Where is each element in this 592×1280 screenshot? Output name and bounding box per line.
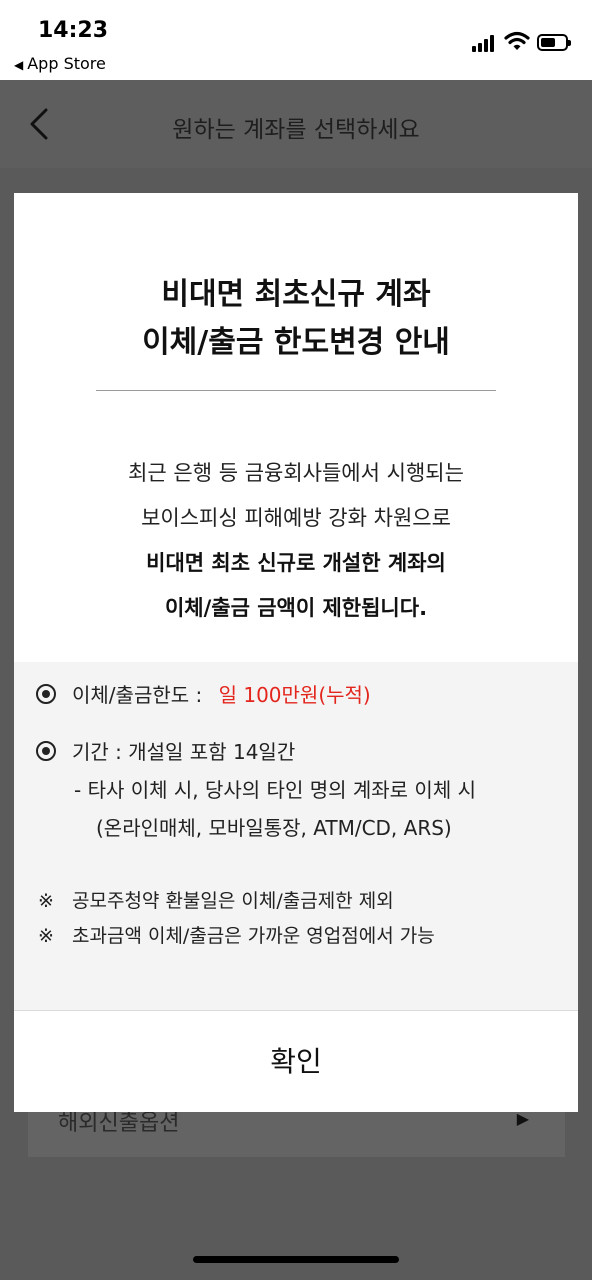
note-refund: ※ 공모주청약 환불일은 이체/출금제한 제외 <box>38 886 394 913</box>
dialog-title-line2: 이체/출금 한도변경 안내 <box>142 325 450 360</box>
desc-line3: 비대면 최초 신규로 개설한 계좌의 <box>146 551 446 575</box>
cellular-signal-icon <box>472 34 498 52</box>
desc-line4: 이체/출금 금액이 제한됩니다. <box>164 596 428 620</box>
note-excess: ※ 초과금액 이체/출금은 가까운 영업점에서 가능 <box>38 921 435 948</box>
info-box: 이체/출금한도 : 일 100만원(누적) 기간 : 개설일 포함 14일간 -… <box>14 662 578 1010</box>
home-indicator[interactable] <box>193 1256 399 1263</box>
limit-value: 일 100만원(누적) <box>218 683 371 707</box>
dialog-title-line1: 비대면 최초신규 계좌 <box>161 277 431 312</box>
battery-icon <box>537 34 571 51</box>
app-header: 원하는 계좌를 선택하세요 <box>0 80 592 168</box>
reference-mark: ※ <box>38 890 54 912</box>
limit-label: 이체/출금한도 : <box>72 683 203 707</box>
back-app-label: App Store <box>27 54 106 73</box>
confirm-button[interactable]: 확인 <box>14 1011 578 1112</box>
period-label: 기간 : 개설일 포함 14일간 <box>72 740 296 764</box>
period-sub-line2: (온라인매체, 모바일통장, ATM/CD, ARS) <box>96 816 452 840</box>
status-time: 14:23 <box>38 18 109 43</box>
desc-line1: 최근 은행 등 금융회사들에서 시행되는 <box>128 461 464 485</box>
title-divider <box>96 390 496 391</box>
note-refund-text: 공모주청약 환불일은 이체/출금제한 제외 <box>72 890 394 912</box>
wifi-icon <box>504 31 530 50</box>
back-triangle-icon: ◀ <box>14 58 24 72</box>
reference-mark: ※ <box>38 925 54 947</box>
page-title: 원하는 계좌를 선택하세요 <box>172 117 420 143</box>
desc-line2: 보이스피싱 피해예방 강화 차원으로 <box>141 506 451 530</box>
dialog-title: 비대면 최초신규 계좌 이체/출금 한도변경 안내 <box>14 271 578 367</box>
dialog-description: 최근 은행 등 금융회사들에서 시행되는 보이스피싱 피해예방 강화 차원으로 … <box>14 451 578 631</box>
radio-selected-icon <box>36 684 56 704</box>
note-excess-text: 초과금액 이체/출금은 가까운 영업점에서 가능 <box>72 925 435 947</box>
radio-selected-icon <box>36 741 56 761</box>
status-bar: 14:23 ◀ App Store <box>0 0 592 80</box>
notice-dialog: 비대면 최초신규 계좌 이체/출금 한도변경 안내 최근 은행 등 금융회사들에… <box>14 193 578 1112</box>
back-to-app-store[interactable]: ◀ App Store <box>14 54 106 73</box>
period-sub-line1: - 타사 이체 시, 당사의 타인 명의 계좌로 이체 시 <box>74 778 476 802</box>
